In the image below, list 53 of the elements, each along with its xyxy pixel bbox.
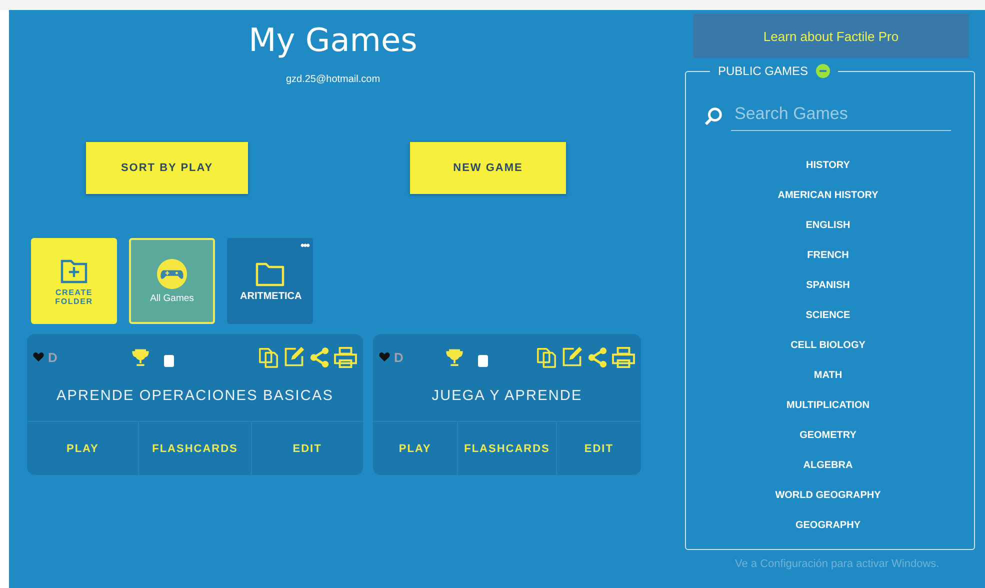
search-field[interactable]: Search Games	[730, 102, 950, 131]
collapse-icon[interactable]	[816, 64, 830, 78]
category-link[interactable]: GEOGRAPHY	[795, 519, 860, 549]
panel-title: PUBLIC GAMES	[718, 64, 808, 78]
folder-tile[interactable]: ••• ARITMETICA	[227, 238, 313, 324]
category-link[interactable]: SPANISH	[806, 279, 850, 309]
edit-icon[interactable]	[561, 346, 583, 368]
category-link[interactable]: AMERICAN HISTORY	[778, 189, 878, 219]
game-action-button[interactable]: PLAY	[373, 422, 458, 475]
game-action-button[interactable]: FLASHCARDS	[139, 422, 252, 475]
square-icon	[478, 355, 488, 367]
copy-icon[interactable]	[536, 346, 557, 368]
category-link[interactable]: HISTORY	[806, 159, 850, 189]
category-link[interactable]: ENGLISH	[806, 219, 850, 249]
action-button[interactable]: NEW GAME	[410, 142, 566, 194]
trophy-icon[interactable]	[445, 348, 464, 366]
edit-icon[interactable]	[283, 346, 305, 368]
game-action-button[interactable]: PLAY	[27, 422, 140, 475]
folder-tile[interactable]: All Games	[129, 238, 215, 324]
gamepad-icon	[156, 258, 188, 290]
game-title: APRENDE OPERACIONES BASICAS	[55, 388, 335, 406]
print-icon[interactable]	[334, 346, 357, 368]
trophy-icon[interactable]	[131, 348, 150, 366]
folder-icon	[255, 260, 285, 286]
category-link[interactable]: ALGEBRA	[803, 459, 853, 489]
activation-notice: Ve a Configuración para activar Windows.	[735, 558, 940, 570]
more-menu[interactable]: •••	[300, 240, 309, 252]
share-icon[interactable]	[309, 346, 330, 368]
category-link[interactable]: FRENCH	[807, 249, 849, 279]
user-email: gzd.25@hotmail.com	[286, 74, 380, 85]
game-title: JUEGA Y APRENDE	[430, 388, 584, 406]
heart-icon[interactable]	[379, 352, 390, 362]
page-title: My Games	[248, 20, 418, 61]
category-link[interactable]: SCIENCE	[806, 309, 850, 339]
folder-tile[interactable]: CREATE FOLDER	[31, 238, 117, 324]
action-button[interactable]: SORT BY PLAY	[86, 142, 248, 194]
game-action-button[interactable]: EDIT	[252, 422, 363, 475]
game-action-button[interactable]: EDIT	[556, 422, 641, 475]
game-action-button[interactable]: FLASHCARDS	[458, 422, 557, 475]
rating-letter: D	[394, 350, 404, 364]
category-link[interactable]: MULTIPLICATION	[786, 399, 870, 429]
heart-icon[interactable]	[33, 352, 44, 362]
print-icon[interactable]	[612, 346, 635, 368]
search-icon	[704, 107, 722, 126]
copy-icon[interactable]	[258, 346, 279, 368]
share-icon[interactable]	[587, 346, 608, 368]
category-link[interactable]: CELL BIOLOGY	[790, 339, 866, 369]
category-link[interactable]: GEOMETRY	[800, 429, 856, 459]
square-icon	[164, 355, 174, 367]
category-link[interactable]: MATH	[814, 369, 842, 399]
rating-letter: D	[48, 350, 58, 364]
category-link[interactable]: WORLD GEOGRAPHY	[775, 489, 881, 519]
promo-button[interactable]: Learn about Factile Pro	[693, 14, 969, 58]
